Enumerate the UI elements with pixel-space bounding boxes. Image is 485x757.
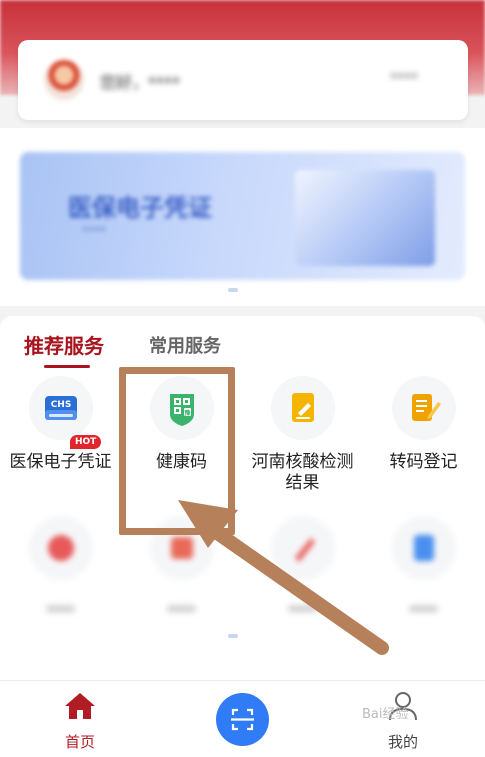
promo-banner[interactable]: 医保电子凭证 **** — [20, 152, 465, 280]
service-transcode-register[interactable]: 转码登记 — [363, 376, 484, 473]
blurred-service-icon — [391, 516, 456, 580]
nav-home[interactable]: 首页 — [40, 691, 120, 752]
bottom-navigation: 首页 我的 Bai经验 — [0, 680, 485, 757]
services-pagination-dot — [228, 634, 238, 638]
home-icon — [65, 693, 95, 719]
services-panel: 推荐服务 常用服务 CHS HOT 医保电子凭证 豫 健康码 河南核酸检测结果 … — [0, 316, 485, 680]
service-label: **** — [288, 604, 317, 620]
service-label: **** — [409, 604, 438, 620]
banner-title: 医保电子凭证 — [68, 194, 212, 222]
banner-subtitle: **** — [82, 224, 106, 238]
nav-home-label: 首页 — [64, 733, 95, 751]
greeting-text: 您好，**** — [100, 73, 181, 92]
tab-common[interactable]: 常用服务 — [149, 332, 221, 358]
annotation-highlight-box — [119, 367, 235, 535]
blurred-service-icon — [270, 516, 335, 580]
hot-badge: HOT — [70, 435, 102, 449]
name-link[interactable]: **** — [390, 71, 418, 87]
user-card[interactable]: 您好，**** **** — [18, 40, 468, 120]
nucleic-test-icon — [270, 376, 335, 440]
scan-button[interactable] — [216, 693, 269, 746]
service-label: **** — [167, 604, 196, 620]
banner-pagination-dot — [228, 288, 238, 292]
tab-active-indicator — [44, 365, 90, 368]
scan-icon — [231, 708, 254, 731]
service-label: 转码登记 — [389, 452, 458, 472]
service-label: **** — [46, 604, 75, 620]
service-blurred-3[interactable]: **** — [242, 516, 363, 623]
nav-mine-label: 我的 — [387, 733, 418, 751]
service-blurred-1[interactable]: **** — [0, 516, 121, 623]
banner-illustration — [295, 170, 435, 266]
service-label: 河南核酸检测结果 — [251, 452, 354, 493]
banner-section: 医保电子凭证 **** — [0, 128, 485, 306]
blurred-service-icon — [28, 516, 93, 580]
service-medical-insurance[interactable]: CHS HOT 医保电子凭证 — [0, 376, 121, 473]
service-blurred-4[interactable]: **** — [363, 516, 484, 623]
service-nucleic-test[interactable]: 河南核酸检测结果 — [242, 376, 363, 494]
watermark: Bai经验 — [362, 707, 409, 722]
avatar[interactable] — [44, 60, 84, 100]
medical-insurance-card-icon: CHS — [28, 376, 93, 440]
service-label: 医保电子凭证 — [9, 452, 112, 472]
svg-text:CHS: CHS — [50, 400, 71, 410]
tab-recommended[interactable]: 推荐服务 — [24, 330, 104, 359]
app-screen: 您好，**** **** 医保电子凭证 **** 推荐服务 常用服务 CHS H… — [0, 0, 485, 757]
transcode-register-icon — [391, 376, 456, 440]
